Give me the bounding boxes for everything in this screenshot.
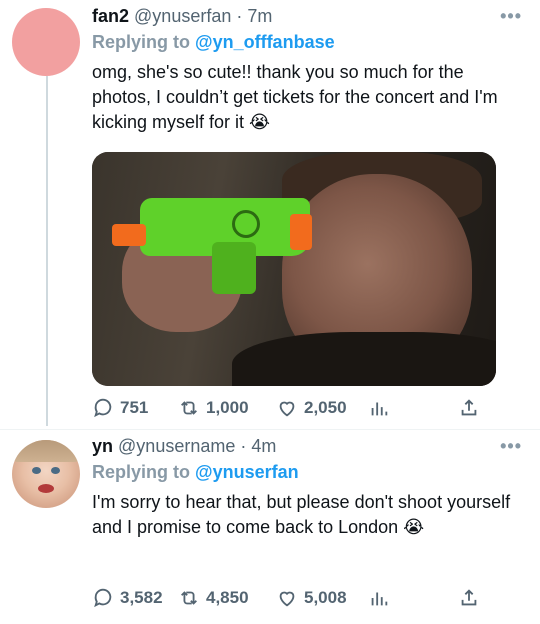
retweet-count: 4,850	[206, 588, 249, 607]
replying-to-line: Replying to @ynuserfan	[92, 462, 299, 483]
replying-to-label: Replying to	[92, 32, 190, 52]
timestamp[interactable]: 7m	[247, 6, 272, 26]
avatar-eye-left	[32, 467, 41, 474]
avatar-hair	[12, 440, 80, 462]
avatar-eye-right	[51, 467, 60, 474]
reply-count: 751	[120, 398, 149, 417]
like-button[interactable]: 2,050	[276, 397, 368, 419]
tweet-actions: 3,582 4,850 5,008	[92, 586, 524, 610]
reply-button[interactable]: 3,582	[92, 587, 178, 609]
share-button[interactable]	[458, 587, 488, 609]
reply-icon	[94, 588, 112, 608]
tweet-text: I'm sorry to hear that, but please don't…	[92, 492, 511, 537]
separator-dot: ·	[236, 6, 243, 26]
tweet-header: yn @ynusername · 4m •••	[92, 436, 524, 460]
tweet-actions: 751 1,000 2,050	[92, 396, 524, 420]
share-icon	[461, 399, 477, 416]
retweet-button[interactable]: 4,850	[178, 587, 276, 609]
avatar-yn[interactable]	[12, 440, 80, 508]
like-count: 5,008	[304, 588, 347, 607]
timestamp[interactable]: 4m	[251, 436, 276, 456]
like-button[interactable]: 5,008	[276, 587, 368, 609]
tweet-yn[interactable]: yn @ynusername · 4m ••• Replying to @ynu…	[0, 430, 540, 624]
analytics-button[interactable]	[368, 397, 458, 419]
tweet-header: fan2 @ynuserfan · 7m •••	[92, 6, 524, 30]
analytics-icon	[371, 402, 388, 416]
retweet-icon	[181, 591, 197, 605]
analytics-button[interactable]	[368, 587, 458, 609]
replying-to-line: Replying to @yn_offfanbase	[92, 32, 335, 53]
display-name[interactable]: fan2	[92, 6, 129, 26]
retweet-button[interactable]: 1,000	[178, 397, 276, 419]
heart-icon	[279, 591, 295, 607]
heart-icon	[279, 401, 295, 417]
photo-blaster-grip	[212, 242, 256, 294]
more-options-icon[interactable]: •••	[500, 6, 522, 27]
user-handle[interactable]: @ynuserfan	[134, 6, 231, 26]
share-button[interactable]	[458, 397, 488, 419]
retweet-icon	[181, 401, 197, 415]
tweet-fan2[interactable]: fan2 @ynuserfan · 7m ••• Replying to @yn…	[0, 0, 540, 430]
reply-count: 3,582	[120, 588, 163, 607]
share-icon	[461, 589, 477, 606]
more-options-icon[interactable]: •••	[500, 436, 522, 457]
user-handle[interactable]: @ynusername	[118, 436, 235, 456]
retweet-count: 1,000	[206, 398, 249, 417]
separator-dot: ·	[240, 436, 247, 456]
photo-blaster-tip-left	[112, 224, 146, 246]
avatar-mouth	[38, 484, 54, 493]
analytics-icon	[371, 592, 388, 606]
replying-to-mention[interactable]: @ynuserfan	[195, 462, 299, 482]
tweet-text: omg, she's so cute!! thank you so much f…	[92, 62, 498, 132]
like-count: 2,050	[304, 398, 347, 417]
reply-icon	[94, 398, 112, 418]
tweet-photo[interactable]	[92, 152, 496, 386]
replying-to-mention[interactable]: @yn_offfanbase	[195, 32, 335, 52]
photo-shirt	[232, 332, 496, 386]
avatar-fan2[interactable]	[12, 8, 80, 76]
photo-blaster-logo	[232, 210, 260, 238]
display-name[interactable]: yn	[92, 436, 113, 456]
reply-button[interactable]: 751	[92, 397, 178, 419]
replying-to-label: Replying to	[92, 462, 190, 482]
photo-blaster-tip-right	[290, 214, 312, 250]
